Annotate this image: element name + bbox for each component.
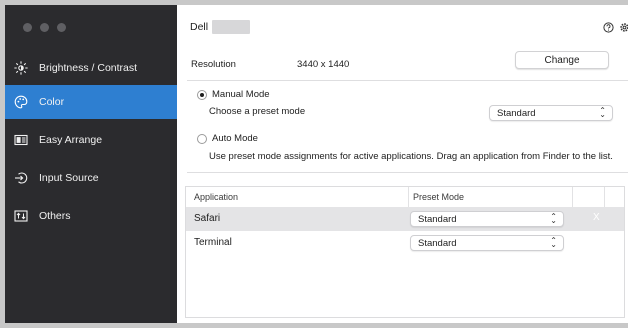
monitor-title: Dell [190,20,251,34]
select-value: Standard [418,213,457,225]
brightness-icon [14,61,28,75]
gear-icon[interactable] [619,22,628,36]
sidebar-item-label: Easy Arrange [39,134,103,146]
chevron-updown-icon: ⌃ ⌄ [599,106,606,119]
application-table: Application Preset Mode Safari Standard … [185,186,625,318]
remove-row-button[interactable]: X [593,212,600,223]
minimize-window-button[interactable] [40,23,49,32]
chevron-updown-icon: ⌃ ⌄ [550,236,557,249]
zoom-window-button[interactable] [57,23,66,32]
sidebar-item-input-source[interactable]: Input Source [5,161,177,195]
table-row[interactable]: Safari Standard ⌃ ⌄ X [186,207,624,231]
sidebar-item-label: Color [39,96,65,108]
window-controls [23,23,66,32]
preset-prompt-label: Choose a preset mode [209,106,306,117]
divider [187,172,628,173]
auto-mode-radio[interactable] [197,134,207,144]
table-row[interactable]: Terminal Standard ⌃ ⌄ [186,231,624,255]
sidebar-item-others[interactable]: Others [5,199,177,233]
select-value: Standard [418,237,457,249]
auto-mode-label: Auto Mode [212,133,258,144]
sidebar-item-label: Others [39,210,71,222]
sidebar-item-label: Input Source [39,172,99,184]
sidebar-item-easy-arrange[interactable]: Easy Arrange [5,123,177,157]
easy-arrange-icon [14,133,28,147]
application-name: Safari [194,213,221,224]
application-name: Terminal [194,237,232,248]
sidebar-item-color[interactable]: Color [5,85,177,119]
sidebar: Brightness / Contrast Color Easy Arrange… [5,5,177,323]
chevron-updown-icon: ⌃ ⌄ [550,212,557,225]
manual-mode-label: Manual Mode [212,89,270,100]
resolution-value: 3440 x 1440 [297,59,350,70]
column-separator [604,187,605,207]
manual-preset-select[interactable]: Standard ⌃ ⌄ [489,105,613,121]
sidebar-item-label: Brightness / Contrast [39,62,138,74]
brand-label: Dell [190,21,209,33]
sidebar-item-brightness-contrast[interactable]: Brightness / Contrast [5,51,177,85]
color-palette-icon [14,95,28,109]
row-preset-select[interactable]: Standard ⌃ ⌄ [410,235,564,251]
resolution-label: Resolution [191,59,236,70]
change-resolution-button[interactable]: Change [515,51,609,69]
auto-mode-description: Use preset mode assignments for active a… [209,151,613,162]
row-preset-select[interactable]: Standard ⌃ ⌄ [410,211,564,227]
main-panel: Dell Resolution 3440 x 1440 Change Manua… [177,5,628,323]
select-value: Standard [497,107,536,119]
app-window: Brightness / Contrast Color Easy Arrange… [5,5,628,323]
divider [187,80,628,81]
input-source-icon [14,171,28,185]
column-separator [572,187,573,207]
close-window-button[interactable] [23,23,32,32]
column-separator [408,187,409,207]
column-header-preset-mode: Preset Mode [413,192,465,202]
model-name-redacted [212,20,251,34]
others-icon [14,209,28,223]
column-header-application: Application [194,192,239,202]
help-circle-icon[interactable] [603,22,614,36]
manual-mode-radio[interactable] [197,90,207,100]
